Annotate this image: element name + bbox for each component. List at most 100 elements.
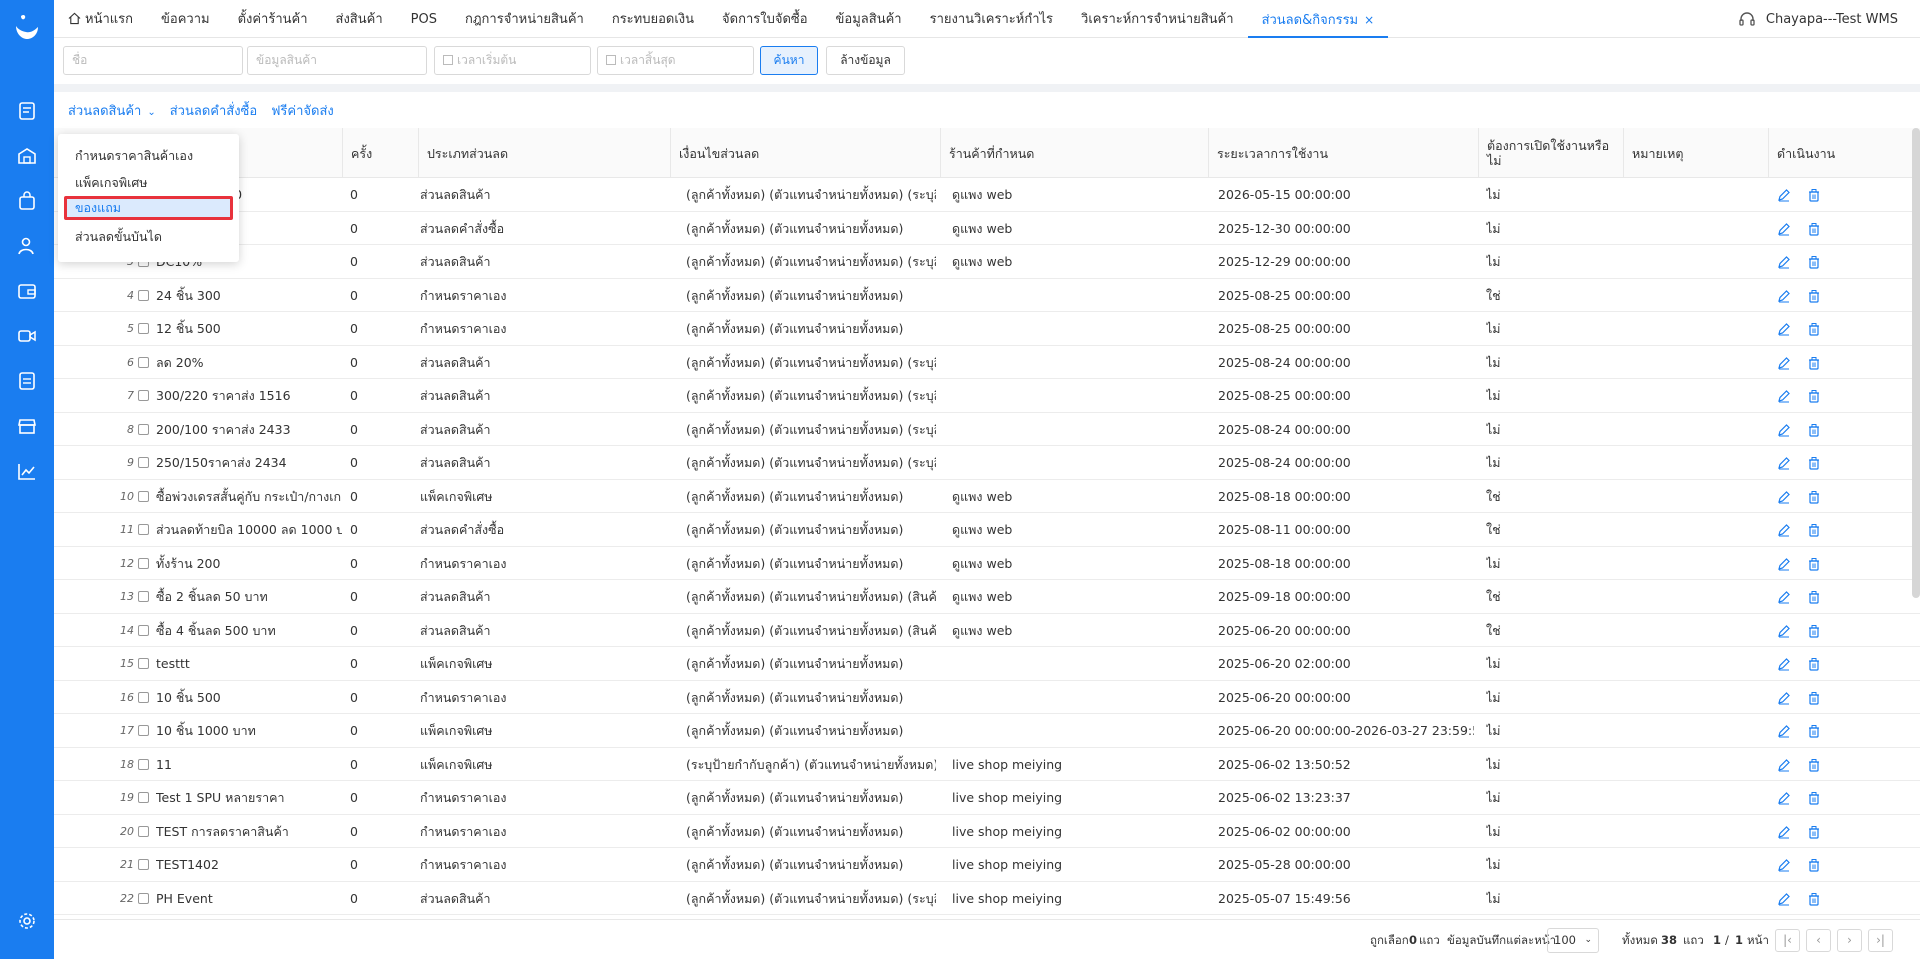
delete-icon[interactable] — [1807, 490, 1821, 504]
edit-icon[interactable] — [1777, 791, 1791, 805]
table-row[interactable]: 9 250/150ราคาส่ง 2434 0 ส่วนลดสินค้า (ลูกค้า… — [54, 446, 1920, 480]
edit-icon[interactable] — [1777, 825, 1791, 839]
edit-icon[interactable] — [1777, 657, 1791, 671]
delete-icon[interactable] — [1807, 255, 1821, 269]
tab-shipping[interactable]: ส่งสินค้า — [322, 0, 397, 38]
edit-icon[interactable] — [1777, 624, 1791, 638]
edit-icon[interactable] — [1777, 322, 1791, 336]
table-row[interactable]: 13 ซื้อ 2 ชิ้นลด 50 บาท 0 ส่วนลดสินค้า (ลูกค… — [54, 580, 1920, 614]
tab-profit-report[interactable]: รายงานวิเคราะห์กำไร — [916, 0, 1067, 38]
edit-icon[interactable] — [1777, 423, 1791, 437]
user-name[interactable]: Chayapa---Test WMS — [1766, 12, 1898, 27]
row-checkbox[interactable] — [138, 691, 149, 703]
delete-icon[interactable] — [1807, 825, 1821, 839]
edit-icon[interactable] — [1777, 188, 1791, 202]
row-checkbox[interactable] — [138, 892, 149, 904]
row-checkbox[interactable] — [138, 591, 149, 602]
per-page-select[interactable]: 100 ⌄ — [1547, 928, 1599, 953]
row-checkbox[interactable] — [138, 825, 149, 837]
table-row[interactable]: 5 12 ชิ้น 500 0 กำหนดราคาเอง (ลูกค้าทั้งหมด)… — [54, 312, 1920, 346]
edit-icon[interactable] — [1777, 758, 1791, 772]
menu-item-custom-price[interactable]: กำหนดราคาสินค้าเอง — [64, 144, 233, 168]
end-time-input[interactable]: เวลาสิ้นสุด — [597, 46, 754, 75]
delete-icon[interactable] — [1807, 791, 1821, 805]
table-row[interactable]: 16 10 ชิ้น 500 0 กำหนดราคาเอง (ลูกค้าทั้งหมด… — [54, 680, 1920, 714]
edit-icon[interactable] — [1777, 356, 1791, 370]
table-row[interactable]: 21 TEST1402 0 กำหนดราคาเอง (ลูกค้าทั้งหมด) (… — [54, 848, 1920, 882]
delete-icon[interactable] — [1807, 389, 1821, 403]
store-icon[interactable] — [17, 416, 37, 436]
row-checkbox[interactable] — [138, 859, 149, 870]
tab-sales-rules[interactable]: กฎการจำหน่ายสินค้า — [451, 0, 598, 38]
delete-icon[interactable] — [1807, 188, 1821, 202]
video-icon[interactable] — [17, 326, 37, 346]
row-checkbox[interactable] — [138, 792, 149, 803]
document-icon[interactable] — [17, 101, 37, 121]
row-checkbox[interactable] — [138, 323, 149, 334]
delete-icon[interactable] — [1807, 423, 1821, 437]
table-row[interactable]: 11 ส่วนลดท้ายบิล 10000 ลด 1000 บาท 0 ส่วนลด… — [54, 513, 1920, 547]
table-row[interactable]: 10 ซื้อพ่วงเดรสสั้นคู่กับ กระเป๋า/กางเกง 0… — [54, 479, 1920, 513]
table-row[interactable]: 8 200/100 ราคาส่ง 2433 0 ส่วนลดสินค้า (ลูกค้… — [54, 412, 1920, 446]
edit-icon[interactable] — [1777, 389, 1791, 403]
edit-icon[interactable] — [1777, 523, 1791, 537]
edit-icon[interactable] — [1777, 724, 1791, 738]
close-tab-icon[interactable]: × — [1364, 13, 1374, 27]
table-row[interactable]: 6 ลด 20% 0 ส่วนลดสินค้า (ลูกค้าทั้งหมด) (ตัว… — [54, 345, 1920, 379]
edit-icon[interactable] — [1777, 456, 1791, 470]
delete-icon[interactable] — [1807, 858, 1821, 872]
tab-pos[interactable]: POS — [397, 0, 451, 38]
next-page-icon[interactable]: › — [1837, 929, 1862, 952]
delete-icon[interactable] — [1807, 356, 1821, 370]
delete-icon[interactable] — [1807, 624, 1821, 638]
first-page-icon[interactable]: |‹ — [1775, 929, 1800, 952]
row-checkbox[interactable] — [138, 557, 149, 569]
edit-icon[interactable] — [1777, 892, 1791, 906]
table-row[interactable]: 7 300/220 ราคาส่ง 1516 0 ส่วนลดสินค้า (ลูกค้… — [54, 379, 1920, 413]
row-checkbox[interactable] — [138, 490, 149, 502]
subtab-product-discount[interactable]: ส่วนลดสินค้า ⌄ — [68, 100, 156, 124]
delete-icon[interactable] — [1807, 289, 1821, 303]
report-icon[interactable] — [17, 371, 37, 391]
table-row[interactable]: ด 2000 บาท0ส่วนลดคำสั่งซื้อ(ลูกค้าทั้งหม… — [54, 211, 1920, 245]
table-row[interactable]: 19 Test 1 SPU หลายราคา 0 กำหนดราคาเอง (ลูกค้… — [54, 781, 1920, 815]
delete-icon[interactable] — [1807, 657, 1821, 671]
delete-icon[interactable] — [1807, 892, 1821, 906]
edit-icon[interactable] — [1777, 255, 1791, 269]
delete-icon[interactable] — [1807, 724, 1821, 738]
wallet-icon[interactable] — [17, 281, 37, 301]
table-row[interactable]: 4 24 ชิ้น 300 0 กำหนดราคาเอง (ลูกค้าทั้งหมด)… — [54, 278, 1920, 312]
menu-item-special-package[interactable]: แพ็คเกจพิเศษ — [64, 171, 233, 195]
clear-button[interactable]: ล้างข้อมูล — [826, 46, 905, 75]
product-info-input[interactable]: ข้อมูลสินค้า — [247, 46, 427, 75]
tab-sales-analysis[interactable]: วิเคราะห์การจำหน่ายสินค้า — [1067, 0, 1248, 38]
delete-icon[interactable] — [1807, 322, 1821, 336]
chart-trend-icon[interactable] — [17, 461, 37, 481]
prev-page-icon[interactable]: ‹ — [1806, 929, 1831, 952]
delete-icon[interactable] — [1807, 557, 1821, 571]
table-row[interactable]: 22 PH Event 0 ส่วนลดสินค้า (ลูกค้าทั้งหมด) (… — [54, 881, 1920, 915]
delete-icon[interactable] — [1807, 523, 1821, 537]
row-checkbox[interactable] — [138, 758, 149, 770]
table-row[interactable]: 12 ทั้งร้าน 200 0 กำหนดราคาเอง (ลูกค้าทั้งหม… — [54, 546, 1920, 580]
search-button[interactable]: ค้นหา — [760, 46, 818, 75]
app-logo[interactable] — [12, 12, 42, 42]
row-checkbox[interactable] — [138, 658, 149, 669]
warehouse-icon[interactable] — [17, 146, 37, 166]
edit-icon[interactable] — [1777, 289, 1791, 303]
users-icon[interactable] — [17, 236, 37, 256]
tab-reconciliation[interactable]: กระทบยอดเงิน — [598, 0, 708, 38]
edit-icon[interactable] — [1777, 222, 1791, 236]
last-page-icon[interactable]: ›| — [1868, 929, 1893, 952]
vertical-scrollbar[interactable] — [1912, 128, 1920, 598]
shopping-bag-icon[interactable] — [17, 191, 37, 211]
row-checkbox[interactable] — [138, 624, 149, 636]
row-checkbox[interactable] — [138, 356, 149, 368]
headset-icon[interactable] — [1738, 10, 1756, 28]
edit-icon[interactable] — [1777, 858, 1791, 872]
row-checkbox[interactable] — [138, 725, 149, 736]
table-row[interactable]: 20 TEST การลดราคาสินค้า 0 กำหนดราคาเอง (ลูกค… — [54, 814, 1920, 848]
delete-icon[interactable] — [1807, 456, 1821, 470]
tab-messages[interactable]: ข้อความ — [147, 0, 224, 38]
delete-icon[interactable] — [1807, 222, 1821, 236]
